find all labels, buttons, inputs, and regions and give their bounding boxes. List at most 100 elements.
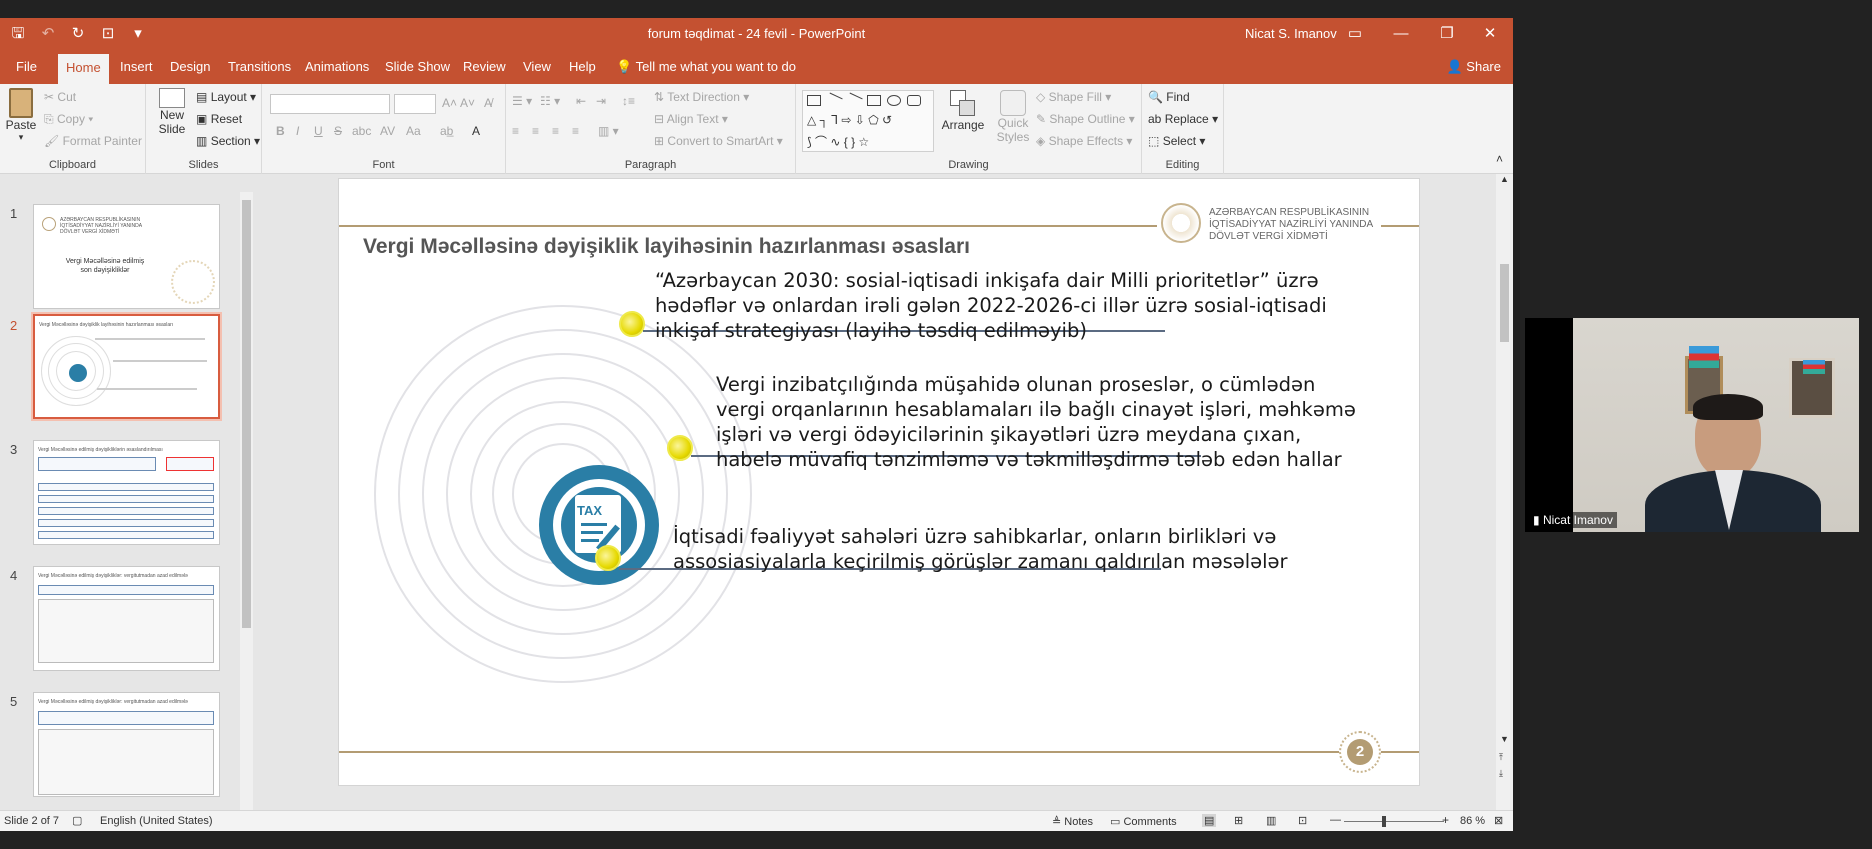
slide-canvas[interactable]: Vergi Məcəlləsinə dəyişiklik layihəsinin… [338, 178, 1420, 786]
video-tile[interactable]: ▮ Nicat Imanov [1525, 318, 1859, 532]
numbering-icon[interactable]: ☷ ▾ [540, 94, 560, 108]
collapse-ribbon-icon[interactable]: ˄ [1496, 152, 1503, 166]
clear-formatting-icon[interactable]: A̸ [484, 96, 492, 110]
slide-thumbnail-1[interactable]: AZƏRBAYCAN RESPUBLİKASININ İQTİSADİYYAT … [33, 204, 220, 309]
comments-button[interactable]: ▭ Comments [1110, 815, 1177, 828]
triangle-shape-icon[interactable]: △ ┐ ⅂ ⇨ ⇩ ⬠ ↺ [807, 113, 892, 127]
tab-home[interactable]: Home [58, 54, 109, 84]
reading-view-icon[interactable]: ▥ [1266, 814, 1276, 827]
reset-button[interactable]: ▣ Reset [196, 112, 242, 126]
slide-thumbnail-2[interactable]: Vergi Məcəlləsinə dəyişiklik layihəsinin… [33, 314, 220, 419]
zoom-out-icon[interactable]: — [1330, 814, 1341, 826]
tab-view[interactable]: View [515, 50, 559, 84]
user-name[interactable]: Nicat S. Imanov [1245, 26, 1337, 41]
format-painter-button[interactable]: 🖌 Format Painter [44, 134, 142, 148]
cut-button[interactable]: ✂ Cut [44, 90, 76, 104]
convert-smartart-button[interactable]: ⊞ Convert to SmartArt ▾ [654, 134, 783, 148]
scroll-up-icon[interactable]: ▲ [1500, 174, 1509, 184]
font-size-select[interactable] [394, 94, 436, 114]
item-1-text[interactable]: “Azərbaycan 2030: sosial-iqtisadi inkişa… [655, 268, 1327, 343]
notes-button[interactable]: ≜ Notes [1052, 815, 1093, 828]
maximize-icon[interactable]: ❐ [1424, 18, 1470, 50]
rectangle-shape-icon[interactable] [807, 95, 821, 106]
slide-sorter-icon[interactable]: ⊞ [1234, 814, 1243, 827]
section-button[interactable]: ▥ Section ▾ [196, 134, 260, 148]
line-spacing-icon[interactable]: ↕≡ [622, 94, 635, 108]
columns-icon[interactable]: ▥ ▾ [598, 124, 619, 138]
tab-file[interactable]: File [8, 50, 45, 84]
paste-button[interactable]: Paste ▾ [4, 88, 38, 143]
strikethrough-button[interactable]: S [334, 124, 342, 138]
quick-styles-button[interactable]: Quick Styles [990, 90, 1036, 144]
normal-view-icon[interactable]: ▤ [1202, 814, 1217, 827]
shadow-button[interactable]: abc [352, 124, 371, 138]
slideshow-icon[interactable]: ⊡ [1298, 814, 1307, 827]
underline-button[interactable]: U [314, 124, 323, 138]
close-icon[interactable]: ✕ [1467, 18, 1513, 50]
slide-thumbnail-3[interactable]: Vergi Məcəlləsinə edilmiş dəyişiklikləri… [33, 440, 220, 545]
font-name-select[interactable] [270, 94, 390, 114]
new-slide-button[interactable]: New Slide [152, 88, 192, 136]
shape-effects-button[interactable]: ◈ Shape Effects ▾ [1036, 134, 1132, 148]
zoom-slider-thumb[interactable] [1382, 816, 1386, 827]
rounded-rect-shape-icon[interactable] [907, 95, 921, 106]
tab-slide-show[interactable]: Slide Show [377, 50, 458, 84]
star-shape-icon[interactable]: ⟆ ⌒ ∿ { } ☆ [807, 133, 869, 150]
change-case-button[interactable]: Aa [406, 124, 421, 138]
spell-check-icon[interactable]: ▢ [72, 814, 82, 827]
rect-shape-icon[interactable] [867, 95, 881, 106]
align-left-icon[interactable]: ≡ [512, 124, 519, 138]
zoom-slider[interactable] [1344, 821, 1444, 822]
decrease-indent-icon[interactable]: ⇤ [576, 94, 586, 108]
text-direction-button[interactable]: ⇅ Text Direction ▾ [654, 90, 749, 104]
align-right-icon[interactable]: ≡ [552, 124, 559, 138]
layout-button[interactable]: ▤ Layout ▾ [196, 90, 256, 104]
language-label[interactable]: English (United States) [100, 815, 213, 827]
tab-transitions[interactable]: Transitions [220, 50, 299, 84]
zoom-level[interactable]: 86 % [1460, 815, 1485, 827]
scroll-down-icon[interactable]: ▼ [1500, 734, 1509, 744]
scrollbar-thumb[interactable] [242, 200, 251, 628]
increase-font-icon[interactable]: A˄ [442, 96, 457, 110]
tab-insert[interactable]: Insert [112, 50, 161, 84]
replace-button[interactable]: ab Replace ▾ [1148, 112, 1218, 126]
increase-indent-icon[interactable]: ⇥ [596, 94, 606, 108]
minimize-icon[interactable]: — [1378, 18, 1424, 50]
tab-design[interactable]: Design [162, 50, 218, 84]
tab-review[interactable]: Review [455, 50, 514, 84]
highlight-icon[interactable]: ab̲ [440, 124, 453, 138]
tell-me-search[interactable]: 💡 Tell me what you want to do [608, 50, 804, 84]
bullets-icon[interactable]: ☰ ▾ [512, 94, 532, 108]
select-button[interactable]: ⬚ Select ▾ [1148, 134, 1205, 148]
font-color-icon[interactable]: A [472, 124, 480, 138]
slide-thumbnail-4[interactable]: Vergi Məcəlləsinə edilmiş dəyişikliklər:… [33, 566, 220, 671]
item-3-text[interactable]: İqtisadi fəaliyyət sahələri üzrə sahibka… [673, 524, 1288, 574]
arrange-button[interactable]: Arrange [940, 90, 986, 132]
decrease-font-icon[interactable]: A˅ [460, 96, 475, 110]
shapes-gallery[interactable]: △ ┐ ⅂ ⇨ ⇩ ⬠ ↺ ⟆ ⌒ ∿ { } ☆ [802, 90, 934, 152]
align-text-button[interactable]: ⊟ Align Text ▾ [654, 112, 728, 126]
tab-help[interactable]: Help [561, 50, 604, 84]
oval-shape-icon[interactable] [887, 95, 901, 106]
line-shape-icon[interactable] [825, 92, 843, 109]
thumbnails-scrollbar[interactable] [240, 192, 253, 816]
italic-button[interactable]: I [296, 124, 299, 138]
slide-scrollbar[interactable]: ▲ ▼ ⤒ ⤓ [1496, 174, 1513, 810]
ribbon-display-icon[interactable]: ▭ [1332, 18, 1378, 50]
shape-fill-button[interactable]: ◇ Shape Fill ▾ [1036, 90, 1111, 104]
character-spacing-button[interactable]: AV [380, 124, 395, 138]
scrollbar-thumb[interactable] [1500, 264, 1509, 342]
item-2-text[interactable]: Vergi inzibatçılığında müşahidə olunan p… [716, 372, 1356, 472]
share-button[interactable]: 👤 Share [1446, 50, 1501, 84]
arrow-shape-icon[interactable] [845, 92, 863, 109]
find-button[interactable]: 🔍 Find [1148, 90, 1190, 104]
zoom-in-icon[interactable]: + [1442, 813, 1449, 827]
previous-slide-icon[interactable]: ⤒ [1499, 752, 1503, 763]
next-slide-icon[interactable]: ⤓ [1499, 768, 1503, 779]
bold-button[interactable]: B [276, 124, 285, 138]
shape-outline-button[interactable]: ✎ Shape Outline ▾ [1036, 112, 1135, 126]
copy-button[interactable]: ⎘ Copy ▾ [44, 112, 93, 127]
fit-slide-icon[interactable]: ⊠ [1494, 814, 1503, 827]
justify-icon[interactable]: ≡ [572, 124, 579, 138]
slide-thumbnail-5[interactable]: Vergi Məcəlləsinə edilmiş dəyişikliklər:… [33, 692, 220, 797]
